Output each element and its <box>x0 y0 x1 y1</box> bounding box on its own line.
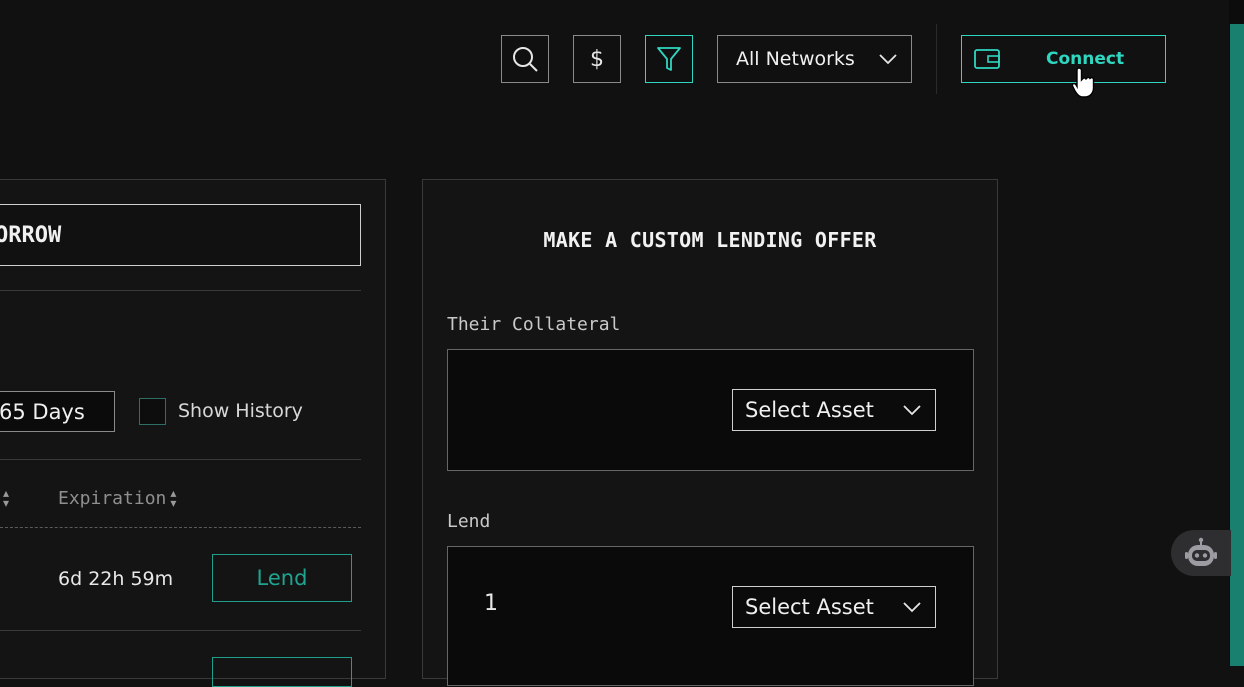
lend-button[interactable] <box>212 657 352 687</box>
chevron-down-icon <box>903 405 921 416</box>
currency-button[interactable]: $ <box>573 35 621 83</box>
dashed-divider <box>0 527 361 528</box>
network-select-value: All Networks <box>736 48 855 70</box>
connect-button[interactable]: Connect <box>961 35 1166 83</box>
search-button[interactable] <box>501 35 549 83</box>
show-history-label: Show History <box>178 400 303 422</box>
collateral-label: Their Collateral <box>447 314 621 335</box>
wallet-icon <box>974 49 1000 69</box>
header-divider <box>936 24 937 94</box>
sort-icon: ▴ ▾ <box>170 486 177 510</box>
divider <box>0 459 361 460</box>
tab-borrow-label: ORROW <box>0 222 62 248</box>
cursor-hand-icon <box>1071 67 1095 98</box>
scrollbar-thumb[interactable] <box>1230 24 1244 666</box>
filter-icon <box>657 47 681 71</box>
column-header-expiration[interactable]: Expiration ▴ ▾ <box>58 485 176 511</box>
filter-button[interactable] <box>645 35 693 83</box>
assistant-bot-button[interactable] <box>1171 530 1231 576</box>
collateral-field[interactable]: Select Asset <box>447 349 974 471</box>
network-select[interactable]: All Networks <box>717 35 912 83</box>
lend-field[interactable]: 1 Select Asset <box>447 546 974 686</box>
dollar-icon: $ <box>590 46 604 72</box>
custom-offer-panel: MAKE A CUSTOM LENDING OFFER Their Collat… <box>422 179 998 686</box>
lend-button[interactable]: Lend <box>212 554 352 602</box>
collateral-asset-value: Select Asset <box>745 398 874 422</box>
lend-label: Lend <box>447 511 491 532</box>
column-header-expiration-label: Expiration <box>58 487 167 509</box>
tab-borrow[interactable]: ORROW <box>0 204 361 266</box>
lend-asset-select[interactable]: Select Asset <box>732 586 936 628</box>
lend-asset-value: Select Asset <box>745 595 874 619</box>
table-row: 6d 22h 59m Lend <box>0 540 361 620</box>
duration-value: 65 Days <box>0 399 85 424</box>
duration-select[interactable]: 65 Days <box>0 391 115 432</box>
chevron-down-icon <box>903 602 921 613</box>
chevron-down-icon <box>879 54 897 65</box>
panel-title: MAKE A CUSTOM LENDING OFFER <box>543 228 877 252</box>
show-history-checkbox[interactable] <box>139 398 166 425</box>
search-icon <box>513 47 538 72</box>
lend-button-label: Lend <box>256 566 308 590</box>
expiration-cell: 6d 22h 59m <box>58 568 174 590</box>
lend-amount-input[interactable]: 1 <box>484 591 498 616</box>
robot-icon <box>1185 537 1217 566</box>
collateral-asset-select[interactable]: Select Asset <box>732 389 936 431</box>
sort-icon[interactable]: ▴ ▾ <box>3 487 9 509</box>
divider <box>0 290 361 291</box>
divider <box>0 630 361 631</box>
